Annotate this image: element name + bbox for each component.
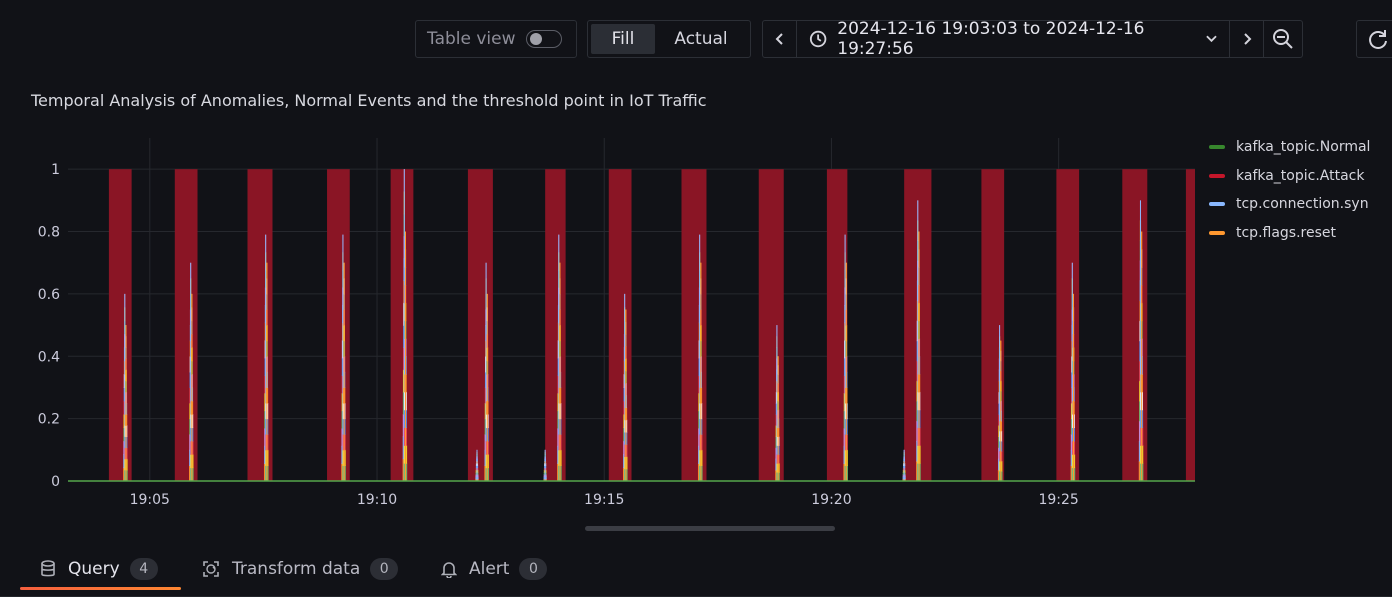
tab-alert-count: 0 — [519, 558, 548, 580]
legend-item[interactable]: kafka_topic.Attack — [1209, 162, 1370, 191]
zoom-out-button[interactable] — [1264, 21, 1302, 57]
x-tick-label: 19:10 — [357, 492, 397, 508]
attack-band[interactable] — [681, 169, 707, 481]
time-picker: 2024-12-16 19:03:03 to 2024-12-16 19:27:… — [762, 19, 1303, 59]
y-tick-label: 0.4 — [38, 349, 60, 365]
attack-band[interactable] — [608, 169, 632, 481]
time-range-button[interactable]: 2024-12-16 19:03:03 to 2024-12-16 19:27:… — [797, 19, 1230, 59]
attack-band[interactable] — [327, 169, 350, 481]
legend-item[interactable]: tcp.flags.reset — [1209, 219, 1370, 248]
attack-band[interactable] — [758, 169, 784, 481]
zoom-out-icon — [1273, 29, 1293, 49]
legend-swatch — [1209, 202, 1225, 207]
attack-band[interactable] — [467, 169, 493, 481]
tab-transform-count: 0 — [370, 558, 399, 580]
x-tick-label: 19:25 — [1038, 492, 1078, 508]
attack-bands — [108, 169, 1195, 481]
refresh-button[interactable] — [1356, 20, 1392, 58]
chart-legend: kafka_topic.Normal kafka_topic.Attack tcp.… — [1209, 133, 1370, 247]
tab-query-label: Query — [68, 559, 120, 579]
legend-label: tcp.connection.syn — [1236, 196, 1369, 213]
y-tick-label: 0.8 — [38, 225, 60, 241]
table-view-toggle[interactable]: Table view — [415, 20, 577, 58]
refresh-icon — [1369, 30, 1387, 49]
x-tick-label: 19:05 — [130, 492, 170, 508]
clock-icon — [809, 30, 827, 48]
chevron-down-icon — [1206, 35, 1217, 43]
attack-band[interactable] — [390, 169, 414, 481]
legend-item[interactable]: tcp.connection.syn — [1209, 190, 1370, 219]
attack-band[interactable] — [1056, 169, 1080, 481]
transform-icon — [203, 561, 219, 577]
legend-swatch — [1209, 173, 1225, 178]
y-tick-label: 0 — [51, 474, 60, 490]
actual-button[interactable]: Actual — [655, 24, 747, 54]
legend-label: tcp.flags.reset — [1236, 224, 1337, 241]
chevron-right-icon — [1243, 33, 1251, 45]
editor-tabs: Query 4 Transform data 0 Alert 0 — [0, 550, 1392, 597]
attack-band[interactable] — [174, 169, 198, 481]
legend-label: kafka_topic.Attack — [1236, 167, 1365, 184]
attack-band[interactable] — [247, 169, 273, 481]
y-tick-label: 0.6 — [38, 287, 60, 303]
legend-swatch — [1209, 230, 1225, 235]
active-tab-indicator — [20, 587, 181, 590]
legend-swatch — [1209, 145, 1225, 150]
bell-icon — [441, 562, 457, 578]
tab-transform-data[interactable]: Transform data 0 — [202, 550, 399, 588]
y-tick-label: 0.2 — [38, 412, 60, 428]
tab-alert[interactable]: Alert 0 — [441, 550, 548, 588]
time-forward-button[interactable] — [1230, 21, 1264, 57]
time-range-text: 2024-12-16 19:03:03 to 2024-12-16 19:27:… — [837, 19, 1145, 59]
x-tick-label: 19:15 — [584, 492, 624, 508]
time-series-chart[interactable]: 0 0.2 0.4 0.6 0.8 1 19:05 19:10 19:15 19:20 19:25 — [0, 120, 1205, 520]
panel-title: Temporal Analysis of Anomalies, Normal E… — [31, 91, 707, 110]
x-tick-label: 19:20 — [811, 492, 851, 508]
y-tick-label: 1 — [51, 162, 60, 178]
attack-band[interactable] — [1185, 169, 1195, 481]
time-back-button[interactable] — [763, 21, 797, 57]
legend-label: kafka_topic.Normal — [1236, 139, 1371, 156]
tab-query[interactable]: Query 4 — [40, 550, 158, 588]
legend-item[interactable]: kafka_topic.Normal — [1209, 133, 1370, 162]
attack-band[interactable] — [108, 169, 132, 481]
database-icon — [41, 560, 55, 577]
fill-button[interactable]: Fill — [591, 24, 655, 54]
table-view-label: Table view — [427, 29, 516, 49]
table-view-switch[interactable] — [525, 30, 562, 48]
horizontal-scrollbar[interactable] — [585, 526, 835, 531]
fill-actual-group: Fill Actual — [587, 20, 751, 58]
y-axis: 0 0.2 0.4 0.6 0.8 1 — [38, 162, 60, 490]
switch-knob — [529, 33, 542, 45]
tab-query-count: 4 — [129, 558, 158, 580]
x-axis: 19:05 19:10 19:15 19:20 19:25 — [130, 492, 1079, 508]
tab-alert-label: Alert — [469, 559, 510, 579]
tab-transform-label: Transform data — [232, 559, 361, 579]
attack-band[interactable] — [1122, 169, 1148, 481]
attack-band[interactable] — [545, 169, 566, 481]
panel-toolbar: Table view Fill Actual 2024-12-16 19:03:… — [0, 19, 1392, 60]
chevron-left-icon — [775, 33, 783, 45]
